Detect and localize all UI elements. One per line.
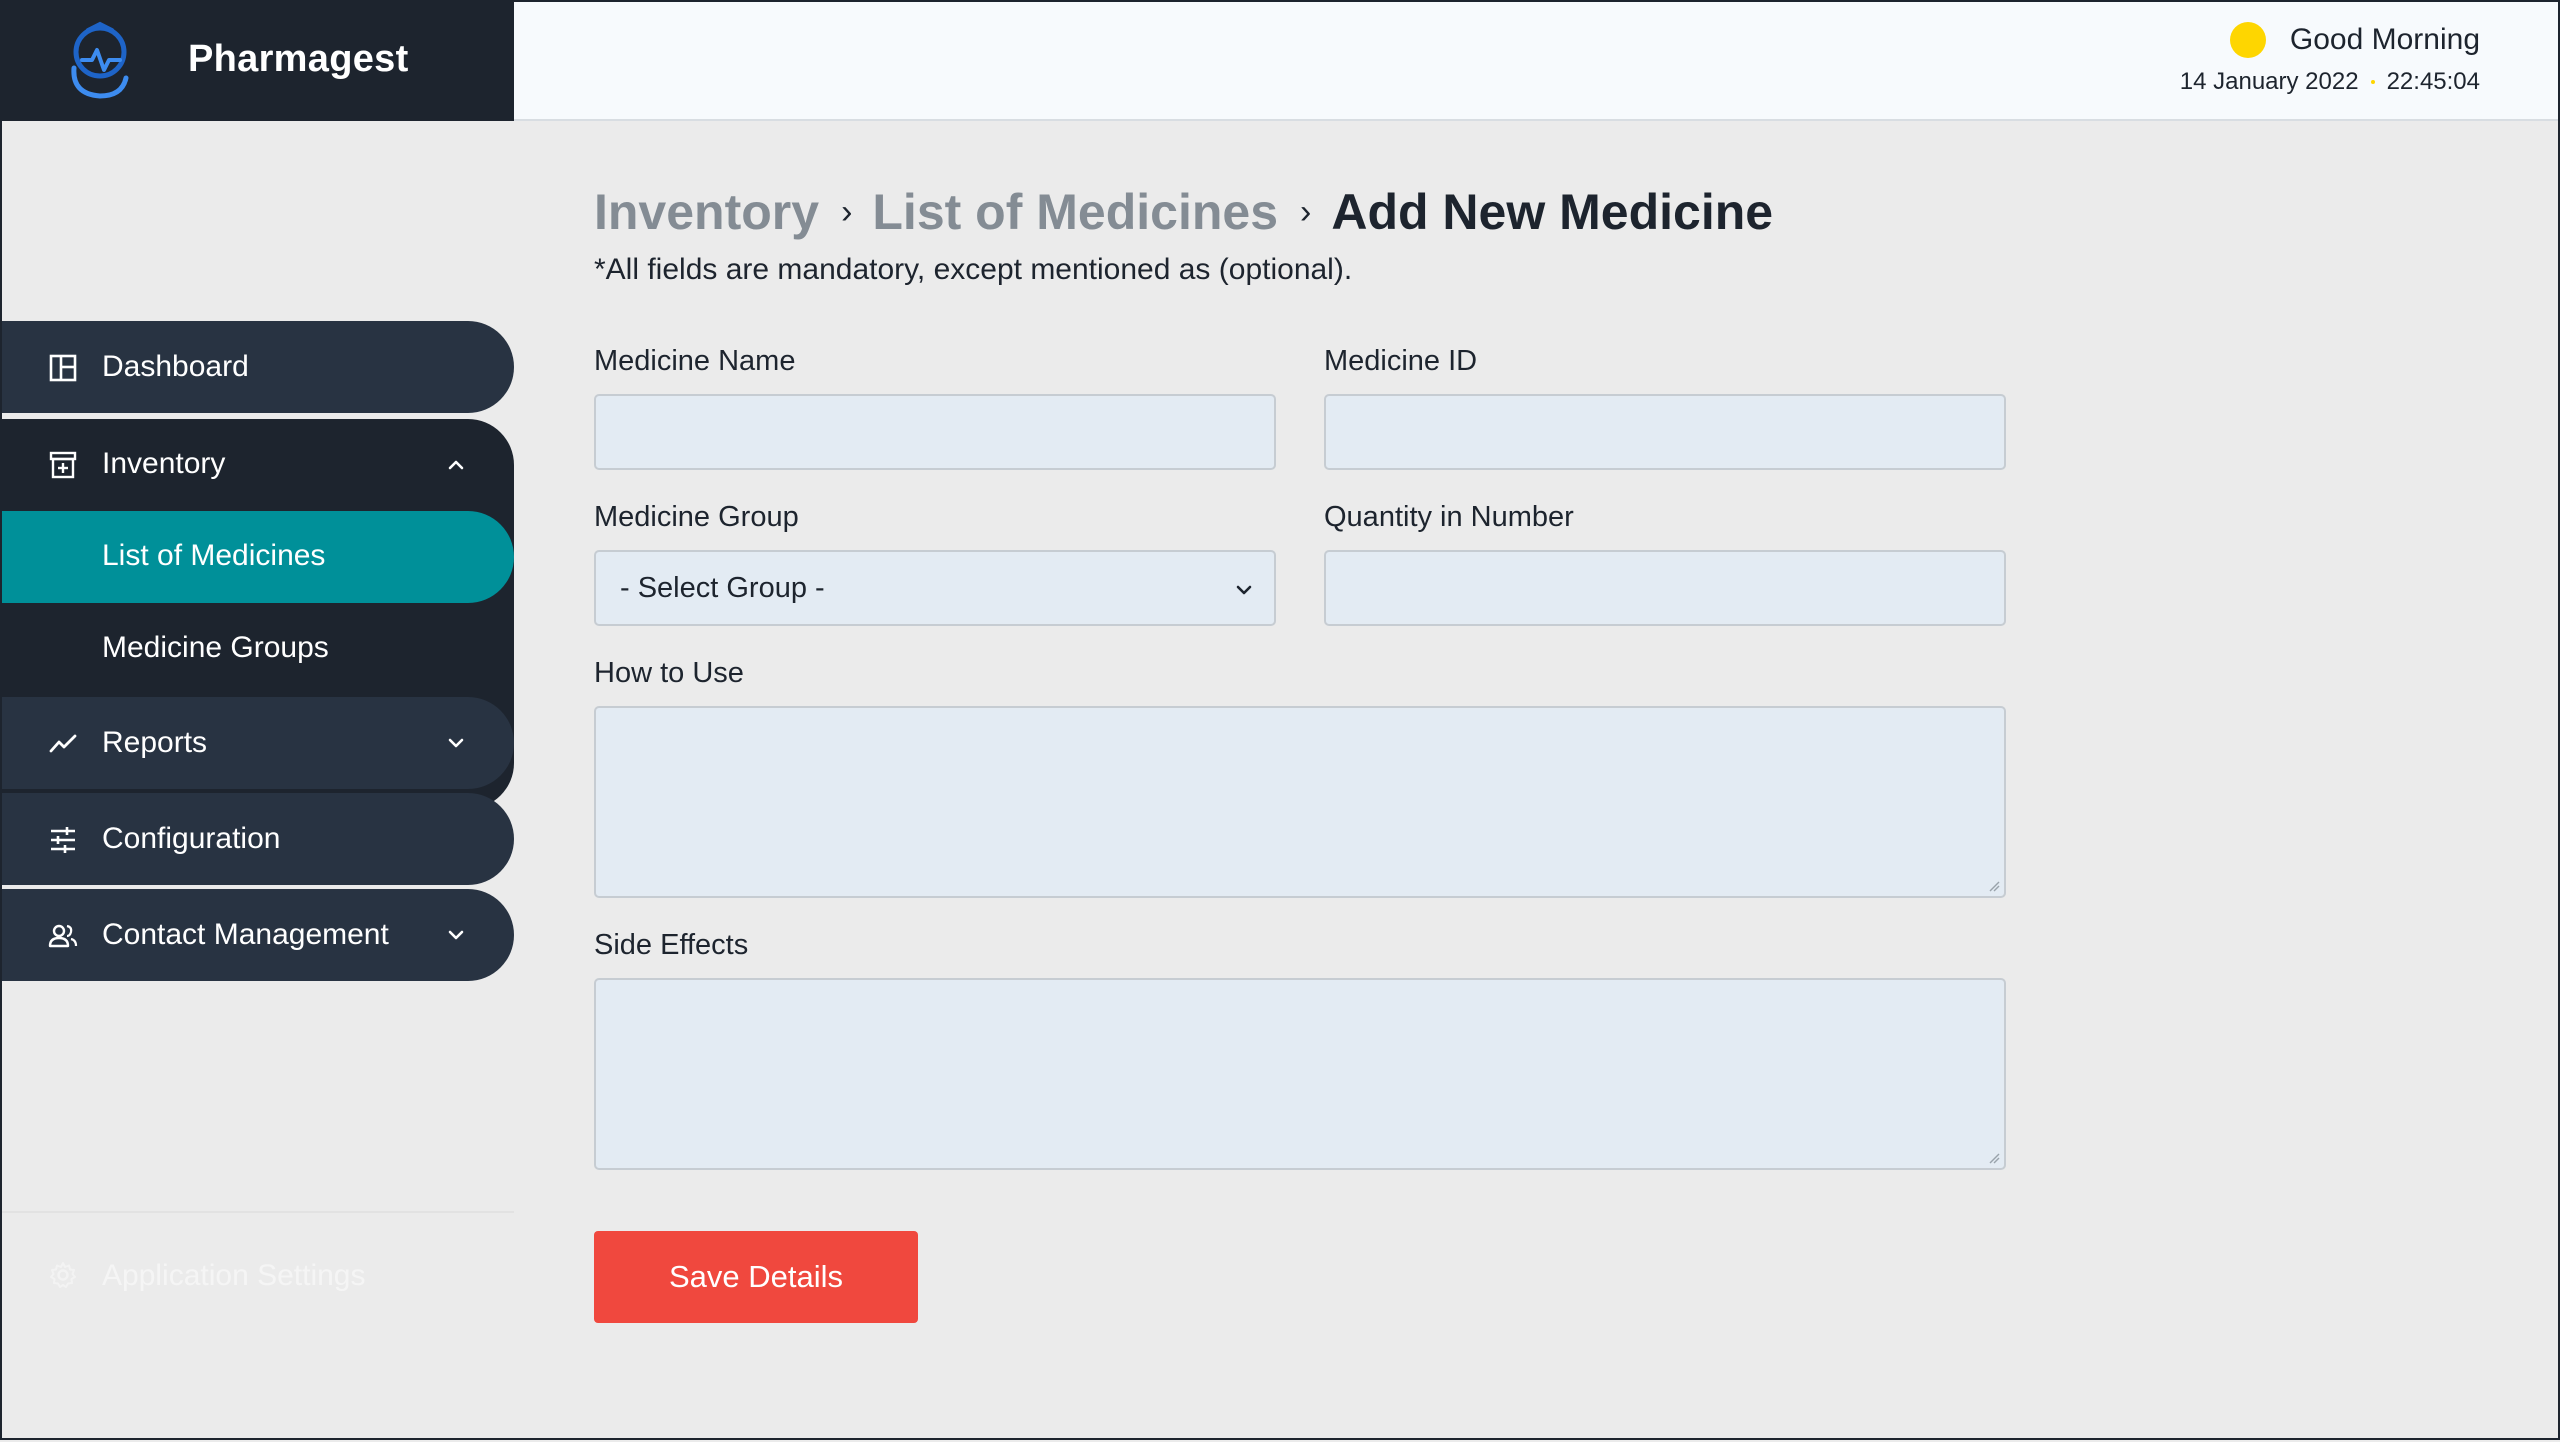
application-settings-label: Application Settings bbox=[102, 1259, 366, 1292]
medicine-id-input[interactable] bbox=[1324, 394, 2006, 470]
resize-handle-icon[interactable] bbox=[1988, 880, 2000, 892]
sidebar-item-label: Reports bbox=[102, 726, 208, 759]
medicine-group-selected-value: - Select Group - bbox=[620, 572, 825, 604]
quantity-input[interactable] bbox=[1324, 550, 2006, 626]
sidebar: Dashboard Inventory List of Medicines Me… bbox=[2, 121, 514, 1442]
sidebar-item-dashboard[interactable]: Dashboard bbox=[2, 321, 514, 413]
sun-icon bbox=[2229, 22, 2266, 58]
chevron-down-icon bbox=[448, 738, 464, 748]
mandatory-fields-note: *All fields are mandatory, except mentio… bbox=[594, 253, 1353, 286]
app-frame: Pharmagest Good Morning 14 January 2022 … bbox=[0, 0, 2560, 1440]
sidebar-item-label: Inventory bbox=[102, 447, 226, 480]
how-to-use-textarea[interactable] bbox=[594, 706, 2006, 898]
resize-handle-icon[interactable] bbox=[1988, 1152, 2000, 1164]
greeting-text: Good Morning bbox=[2289, 23, 2480, 56]
sidebar-subitem-medicine-groups[interactable]: Medicine Groups bbox=[2, 603, 514, 695]
medicine-name-input[interactable] bbox=[594, 394, 1276, 470]
chevron-up-icon bbox=[448, 460, 464, 470]
breadcrumb-inventory-link[interactable]: Inventory bbox=[594, 183, 819, 241]
side-effects-textarea[interactable] bbox=[594, 978, 2006, 1170]
medicine-group-select[interactable]: - Select Group - bbox=[594, 550, 1276, 626]
medicine-id-label: Medicine ID bbox=[1324, 345, 1478, 377]
reports-icon bbox=[49, 734, 77, 753]
sidebar-item-configuration[interactable]: Configuration bbox=[2, 793, 514, 885]
breadcrumb: Inventory › List of Medicines › Add New … bbox=[594, 183, 1773, 241]
sidebar-item-label: Contact Management bbox=[102, 918, 389, 951]
greeting: Good Morning bbox=[2229, 22, 2480, 58]
contact-management-icon bbox=[48, 924, 78, 948]
medicine-group-label: Medicine Group bbox=[594, 501, 799, 533]
current-time: 22:45:04 bbox=[2386, 68, 2480, 95]
side-effects-label: Side Effects bbox=[594, 929, 749, 961]
separator-dot-icon bbox=[2370, 80, 2375, 84]
dashboard-icon bbox=[49, 354, 77, 382]
configuration-icon bbox=[51, 827, 75, 853]
sidebar-item-reports[interactable]: Reports bbox=[2, 697, 514, 789]
brand-block: Pharmagest bbox=[2, 2, 514, 121]
breadcrumb-list-of-medicines-link[interactable]: List of Medicines bbox=[872, 183, 1278, 241]
sidebar-subitem-list-of-medicines[interactable]: List of Medicines bbox=[2, 511, 514, 603]
quantity-label: Quantity in Number bbox=[1324, 501, 1574, 533]
application-settings-link[interactable]: Application Settings bbox=[2, 1211, 514, 1303]
page-title: Add New Medicine bbox=[1331, 184, 1774, 240]
inventory-icon bbox=[49, 451, 77, 479]
how-to-use-label: How to Use bbox=[594, 657, 744, 689]
chevron-down-icon bbox=[448, 930, 464, 940]
medicine-name-label: Medicine Name bbox=[594, 345, 796, 377]
sidebar-item-contact-management[interactable]: Contact Management bbox=[2, 889, 514, 981]
date-time: 14 January 2022 22:45:04 bbox=[2180, 68, 2480, 96]
chevron-down-icon bbox=[1236, 585, 1252, 595]
top-bar: Good Morning 14 January 2022 22:45:04 bbox=[514, 2, 2558, 121]
sidebar-item-label: Dashboard bbox=[102, 350, 249, 383]
sidebar-subitem-label: List of Medicines bbox=[102, 539, 326, 572]
main-content: Inventory › List of Medicines › Add New … bbox=[594, 121, 2494, 1442]
sidebar-subitem-label: Medicine Groups bbox=[102, 631, 329, 664]
breadcrumb-separator-icon: › bbox=[1300, 192, 1312, 231]
save-details-button[interactable]: Save Details bbox=[594, 1231, 918, 1323]
breadcrumb-separator-icon: › bbox=[841, 192, 853, 231]
sidebar-item-inventory[interactable]: Inventory bbox=[2, 419, 514, 511]
app-name: Pharmagest bbox=[188, 38, 409, 80]
sidebar-item-label: Configuration bbox=[102, 822, 281, 855]
current-date: 14 January 2022 bbox=[2179, 68, 2359, 95]
pharmagest-logo-icon bbox=[71, 21, 129, 99]
gear-icon bbox=[50, 1262, 76, 1288]
